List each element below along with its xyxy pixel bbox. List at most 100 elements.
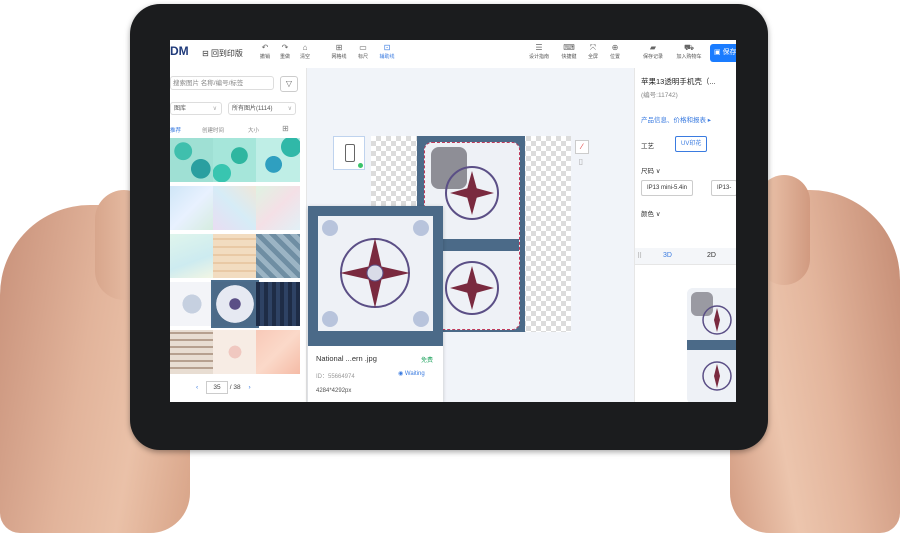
undo-icon: ↶ [261,43,269,52]
product-panel: 苹果13透明手机壳（... (编号:11742) 产品信息、价格和报表 ▸ 工艺… [634,68,736,402]
sort-created-time[interactable]: 创建时间 [202,126,224,134]
image-thumbnail[interactable] [256,186,300,230]
tab-2d[interactable]: 2D [707,252,716,259]
ruler-label: 标尺 [357,54,368,60]
clock-icon: ◉ [398,371,405,377]
prev-page-icon[interactable]: ‹ [196,384,198,391]
position-button[interactable]: ⊕ 位置 [604,43,626,60]
back-to-plate-button[interactable]: ⊟ 回到印版 [202,48,243,59]
keyboard-icon: ⌨ [563,43,575,52]
copy-icon: ▯ [578,157,584,166]
top-toolbar: DM ⊟ 回到印版 ↶ 撤销 ↷ 重做 ⌂ 清空 ⊞ 网格线 ▭ 标尺 ⊡ 辅助线 ☰ 设计指… [170,40,736,69]
image-thumbnail[interactable] [170,234,214,278]
gridline-label: 网格线 [331,54,347,60]
layout-toggle-icon[interactable]: ⊞ [282,124,289,133]
image-thumbnail-selected[interactable] [211,280,259,328]
chevron-down-icon: ∨ [212,106,217,112]
cart-icon: ⛟ [683,43,695,52]
fullscreen-icon: ⤧ [589,43,597,52]
save-icon: ▣ [714,49,723,56]
grid-icon: ⊞ [335,43,343,52]
shortcut-label: 快捷键 [561,54,577,60]
image-thumbnail[interactable] [256,138,300,182]
position-icon: ⊕ [611,43,619,52]
image-thumbnail[interactable] [256,282,300,326]
view-tabs: ⠿ 3D 2D [635,248,736,265]
fullscreen-button[interactable]: ⤧ 全屏 [582,43,604,60]
redo-label: 重做 [279,54,290,60]
layout-thumbnail[interactable] [333,136,365,170]
size-option-mini[interactable]: IP13 mini-5.4in [641,180,694,196]
image-thumbnail[interactable] [170,282,214,326]
image-thumbnail[interactable] [256,234,300,278]
sort-recommend[interactable]: 推荐 [170,126,181,134]
category-select-value: 所有图片(1114) [232,106,273,112]
trash-icon: ⌂ [302,43,308,52]
size-label[interactable]: 尺码 ∨ [641,165,661,175]
fullscreen-label: 全屏 [587,54,598,60]
back-label: 回到印版 [210,49,243,58]
undo-label: 撤销 [259,54,270,60]
active-dot [358,163,363,168]
preview-filename: National ...ern .jpg [316,354,377,363]
folder-icon: ▰ [649,43,657,52]
save-history-label: 保存记录 [642,54,663,60]
preview-dimensions: 4284*4292px [316,388,352,394]
app-logo: DM [170,44,189,58]
sort-bar: 推荐 创建时间 大小 ⊞ [170,124,306,136]
redo-button[interactable]: ↷ 重做 [274,43,296,60]
image-thumbnail[interactable] [213,138,257,182]
search-placeholder: 搜索图片 名称/编号/标签 [173,80,244,87]
tab-3d[interactable]: 3D [663,252,672,259]
product-info-link[interactable]: 产品信息、价格和报表 ▸ [641,114,711,124]
save-label: 保存 [722,49,736,56]
shortcut-button[interactable]: ⌨ 快捷键 [558,43,580,60]
ruler-button[interactable]: ▭ 标尺 [352,43,374,60]
preview-pattern-svg [318,216,433,331]
image-thumbnail[interactable] [170,186,214,230]
add-to-cart-label: 加入购物车 [676,54,702,60]
edit-tool-button[interactable]: ∕ [575,140,589,154]
filter-icon: ▽ [285,79,293,88]
color-label[interactable]: 颜色 ∨ [641,208,661,218]
design-guide-button[interactable]: ☰ 设计指南 [528,43,550,60]
chevron-down-icon: ∨ [287,106,292,112]
copy-tool-button[interactable]: ▯ [575,156,587,168]
page-total: / 38 [229,384,241,391]
clear-button[interactable]: ⌂ 清空 [294,43,316,60]
image-thumbnail[interactable] [170,138,214,182]
page-input[interactable]: 35 [205,381,228,394]
image-thumbnail[interactable] [170,330,214,374]
sort-size[interactable]: 大小 [248,126,259,134]
image-search-input[interactable]: 搜索图片 名称/编号/标签 [170,76,274,90]
add-to-cart-button[interactable]: ⛟ 加入购物车 [672,43,706,60]
size-option-ip13[interactable]: IP13- [711,180,736,196]
undo-button[interactable]: ↶ 撤销 [254,43,276,60]
guide-icon: ⊡ [383,43,391,52]
preview-id: ID：55664974 [316,374,355,380]
guide-book-icon: ☰ [535,43,543,52]
image-thumbnail[interactable] [213,186,257,230]
image-preview-card: National ...ern .jpg 免费 ID：55664974 ◉ Wa… [308,206,443,402]
image-thumbnail[interactable] [213,330,257,374]
drag-handle-icon[interactable]: ⠿ [637,252,642,260]
save-history-button[interactable]: ▰ 保存记录 [640,43,666,60]
back-icon: ⊟ [202,49,211,58]
design-guide-label: 设计指南 [528,54,549,60]
image-thumbnail[interactable] [213,234,257,278]
guide-button[interactable]: ⊡ 辅助线 [376,43,398,60]
craft-label: 工艺 [641,143,654,150]
preview-status: ◉ Waiting [398,370,425,377]
product-code: (编号:11742) [641,92,678,99]
next-page-icon[interactable]: › [248,384,250,391]
craft-option-uv[interactable]: UV印花 [675,136,708,152]
phone-3d-preview[interactable] [687,288,736,402]
image-thumbnail[interactable] [256,330,300,374]
save-button[interactable]: ▣ 保存 [710,44,736,62]
pagination: ‹ 35 / 38 › [190,381,257,394]
library-select[interactable]: 图库 ∨ [170,102,222,115]
filter-button[interactable]: ▽ [280,76,298,92]
preview-image [308,206,443,346]
category-select[interactable]: 所有图片(1114) ∨ [228,102,296,115]
gridline-button[interactable]: ⊞ 网格线 [328,43,350,60]
